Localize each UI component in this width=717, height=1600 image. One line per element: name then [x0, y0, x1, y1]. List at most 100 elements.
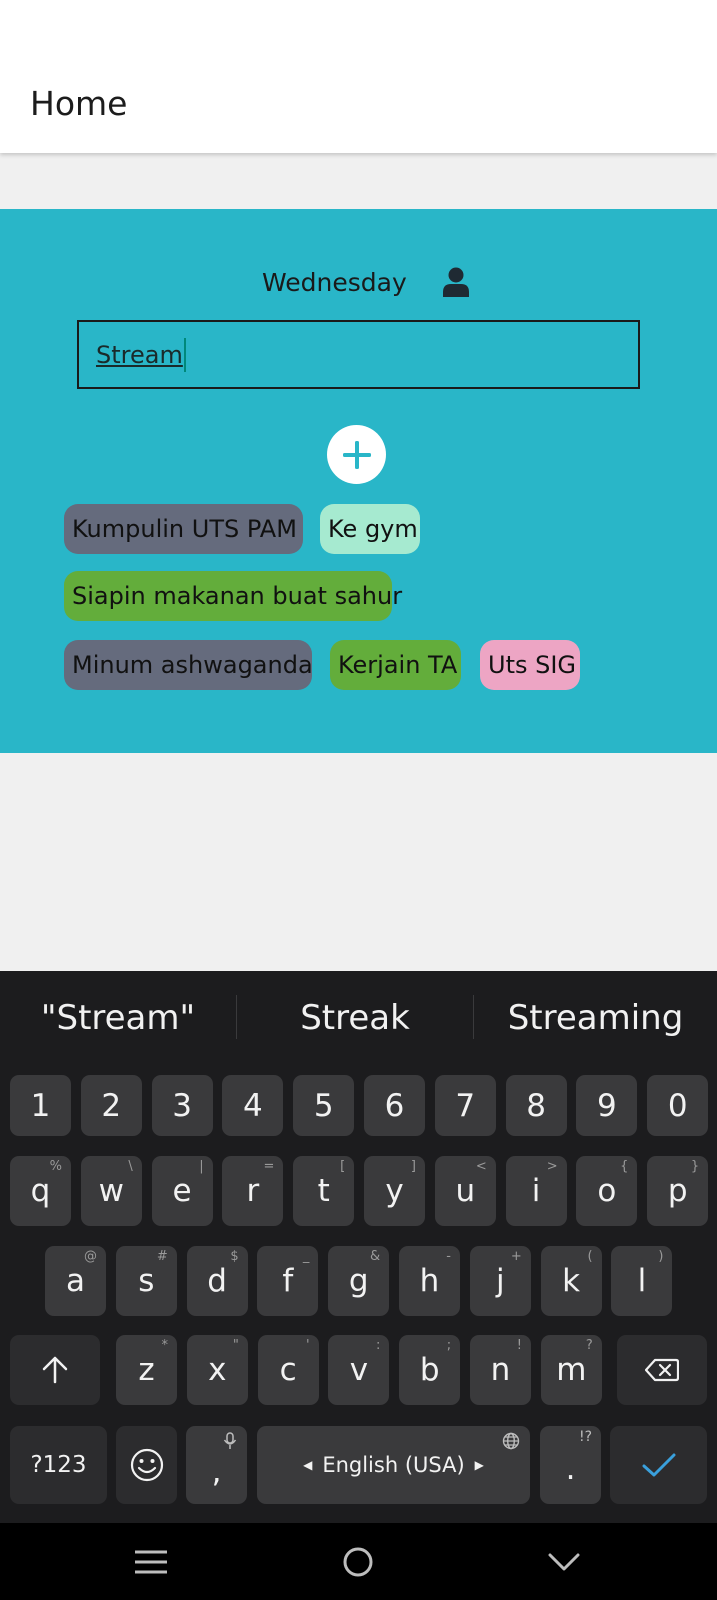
key-hint: [ [340, 1159, 346, 1174]
comma-key-label: , [211, 1454, 222, 1490]
key-label: x [208, 1352, 227, 1388]
key-hint: \ [128, 1159, 133, 1174]
comma-key[interactable]: , [186, 1426, 247, 1504]
emoji-key[interactable] [116, 1426, 177, 1504]
key-label: v [349, 1352, 369, 1388]
system-nav-bar [0, 1523, 717, 1600]
key-a[interactable]: a @ [45, 1246, 106, 1316]
chevron-left-icon: ◀ [303, 1458, 313, 1472]
key-2[interactable]: 2 [80, 1075, 142, 1136]
key-label: w [98, 1173, 124, 1209]
key-y[interactable]: y] [364, 1156, 425, 1226]
key-hint: = [263, 1159, 275, 1174]
key-p[interactable]: p} [647, 1156, 709, 1226]
key-label: 6 [384, 1087, 405, 1124]
key-hint: ) [658, 1249, 664, 1264]
suggestion-bar: "Stream" Streak Streaming [0, 971, 717, 1065]
key-hint: | [199, 1159, 204, 1174]
key-label: h [419, 1263, 440, 1299]
key-label: t [317, 1173, 330, 1209]
task-chip[interactable]: Siapin makanan buat sahur [64, 571, 402, 621]
key-7[interactable]: 7 [434, 1075, 496, 1136]
task-chip[interactable]: Uts SIG [480, 640, 580, 690]
key-hint: } [690, 1159, 700, 1174]
shift-key[interactable] [10, 1335, 100, 1405]
key-label: o [597, 1173, 617, 1209]
space-key[interactable]: ◀ English (USA) ▶ [257, 1426, 530, 1504]
key-hint: ; [446, 1338, 452, 1353]
key-hint: < [475, 1159, 487, 1174]
key-label: k [562, 1263, 581, 1299]
key-w[interactable]: w \ [80, 1156, 142, 1226]
key-hint: ' [306, 1338, 310, 1353]
key-hint: ( [587, 1249, 593, 1264]
add-task-button[interactable] [327, 425, 386, 484]
period-key[interactable]: . !? [540, 1426, 601, 1504]
task-chip-label: Minum ashwaganda [72, 651, 313, 679]
key-label: 9 [597, 1087, 617, 1124]
key-g[interactable]: g & [328, 1246, 390, 1316]
key-hint: ? [585, 1338, 593, 1353]
key-9[interactable]: 9 [576, 1075, 638, 1136]
key-6[interactable]: 6 [364, 1075, 425, 1136]
symbols-key[interactable]: ?123 [10, 1426, 107, 1504]
key-l[interactable]: l) [611, 1246, 673, 1316]
key-u[interactable]: u < [434, 1156, 496, 1226]
key-s[interactable]: s # [115, 1246, 177, 1316]
key-label: c [279, 1352, 297, 1388]
recent-apps-button[interactable] [111, 1523, 191, 1600]
key-5[interactable]: 5 [293, 1075, 355, 1136]
task-chip[interactable]: Ke gym [320, 504, 420, 554]
key-0[interactable]: 0 [647, 1075, 709, 1136]
key-i[interactable]: i > [505, 1156, 567, 1226]
key-n[interactable]: n! [470, 1335, 531, 1405]
key-hint: @ [84, 1249, 97, 1264]
key-label: j [495, 1263, 505, 1299]
key-t[interactable]: t[ [293, 1156, 355, 1226]
key-c[interactable]: c ' [257, 1335, 319, 1405]
key-label: d [207, 1263, 227, 1299]
user-icon[interactable] [442, 267, 469, 297]
key-e[interactable]: e | [151, 1156, 213, 1226]
key-o[interactable]: o{ [576, 1156, 638, 1226]
day-label: Wednesday [262, 267, 407, 297]
key-label: 5 [313, 1087, 334, 1124]
key-j[interactable]: j + [469, 1246, 531, 1316]
task-chip-label: Siapin makanan buat sahur [72, 582, 403, 610]
suggestion-item[interactable]: "Stream" [0, 971, 236, 1065]
key-hint: + [510, 1249, 522, 1264]
key-h[interactable]: h- [399, 1246, 460, 1316]
back-button[interactable] [524, 1523, 604, 1600]
key-z[interactable]: z * [116, 1335, 177, 1405]
key-3[interactable]: 3 [151, 1075, 213, 1136]
key-label: l [637, 1263, 647, 1299]
key-k[interactable]: k( [540, 1246, 602, 1316]
key-hint: & [370, 1249, 381, 1264]
key-8[interactable]: 8 [505, 1075, 567, 1136]
key-q[interactable]: q% [10, 1156, 71, 1226]
suggestion-item[interactable]: Streaming [474, 971, 717, 1065]
soft-keyboard: "Stream" Streak Streaming ?123 , ◀ Engli… [0, 971, 717, 1523]
chevron-down-icon [548, 1553, 580, 1570]
key-b[interactable]: b; [399, 1335, 461, 1405]
home-button[interactable] [318, 1523, 398, 1600]
key-4[interactable]: 4 [222, 1075, 284, 1136]
task-input[interactable]: Stream [77, 320, 640, 389]
key-m[interactable]: m? [540, 1335, 602, 1405]
key-r[interactable]: r = [222, 1156, 284, 1226]
key-1[interactable]: 1 [10, 1075, 71, 1136]
key-x[interactable]: x " [186, 1335, 248, 1405]
backspace-key[interactable] [617, 1335, 707, 1405]
enter-key[interactable] [610, 1426, 707, 1504]
key-label: e [172, 1173, 192, 1209]
key-v[interactable]: v: [328, 1335, 390, 1405]
circle-home-icon [343, 1547, 373, 1576]
suggestion-item[interactable]: Streak [237, 971, 473, 1065]
task-chip[interactable]: Kerjain TA [330, 640, 461, 690]
task-chip[interactable]: Kumpulin UTS PAM [64, 504, 303, 554]
key-label: 3 [172, 1087, 192, 1124]
key-d[interactable]: d $ [186, 1246, 248, 1316]
symbols-key-label: ?123 [30, 1452, 87, 1478]
task-chip[interactable]: Minum ashwaganda [64, 640, 313, 690]
key-f[interactable]: f _ [257, 1246, 319, 1316]
